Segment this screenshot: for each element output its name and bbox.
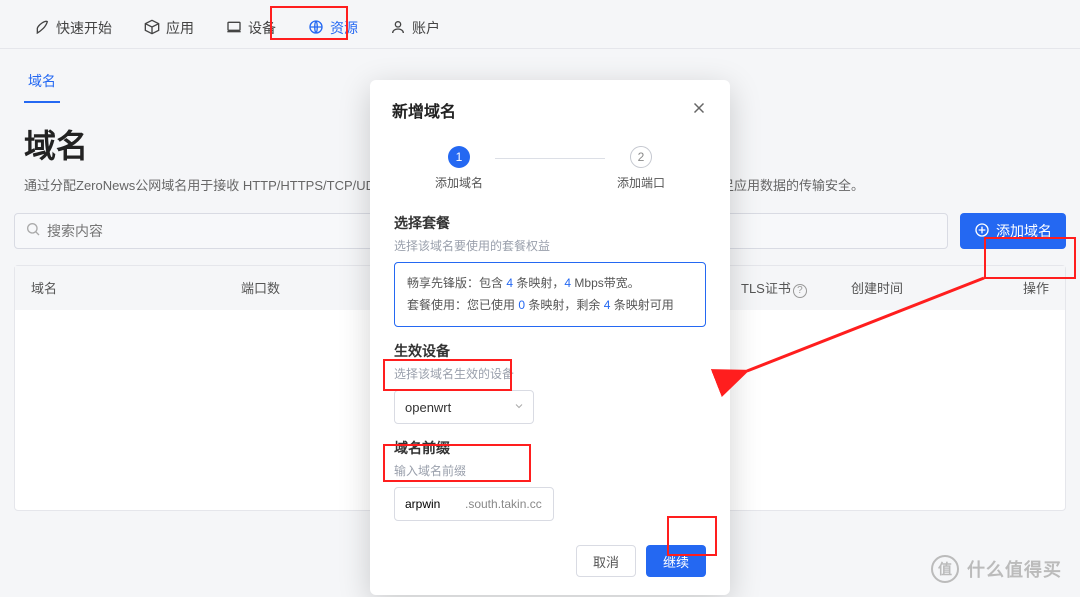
prefix-suffix: .south.takin.cc — [465, 497, 542, 511]
device-title: 生效设备 — [394, 341, 706, 361]
watermark-icon: 值 — [931, 555, 959, 583]
watermark: 值 什么值得买 — [931, 555, 1062, 583]
chevron-down-icon — [513, 400, 525, 415]
prefix-input-row: .south.takin.cc — [394, 487, 554, 521]
step-dot-2: 2 — [630, 146, 652, 168]
close-icon[interactable] — [690, 99, 708, 122]
continue-button[interactable]: 继续 — [646, 545, 706, 577]
device-select[interactable]: openwrt — [394, 390, 534, 424]
step-dot-1: 1 — [448, 146, 470, 168]
device-value: openwrt — [405, 400, 451, 415]
step-line — [495, 158, 605, 159]
device-sub: 选择该域名生效的设备 — [394, 365, 706, 382]
watermark-text: 什么值得买 — [967, 556, 1062, 582]
cancel-button[interactable]: 取消 — [576, 545, 636, 577]
stepper: 1 添加域名 2 添加端口 — [370, 130, 730, 201]
plan-sub: 选择该域名要使用的套餐权益 — [394, 237, 706, 254]
step-1: 1 添加域名 — [435, 146, 483, 191]
modal-title: 新增域名 — [392, 98, 456, 122]
plan-title: 选择套餐 — [394, 213, 706, 233]
prefix-input[interactable] — [395, 497, 465, 511]
step-2: 2 添加端口 — [617, 146, 665, 191]
prefix-title: 域名前缀 — [394, 438, 706, 458]
prefix-sub: 输入域名前缀 — [394, 462, 706, 479]
plan-box[interactable]: 畅享先锋版：包含 4 条映射，4 Mbps带宽。 套餐使用：您已使用 0 条映射… — [394, 262, 706, 327]
add-domain-modal: 新增域名 1 添加域名 2 添加端口 选择套餐 选择该域名要使用的套餐权益 畅享… — [370, 80, 730, 595]
